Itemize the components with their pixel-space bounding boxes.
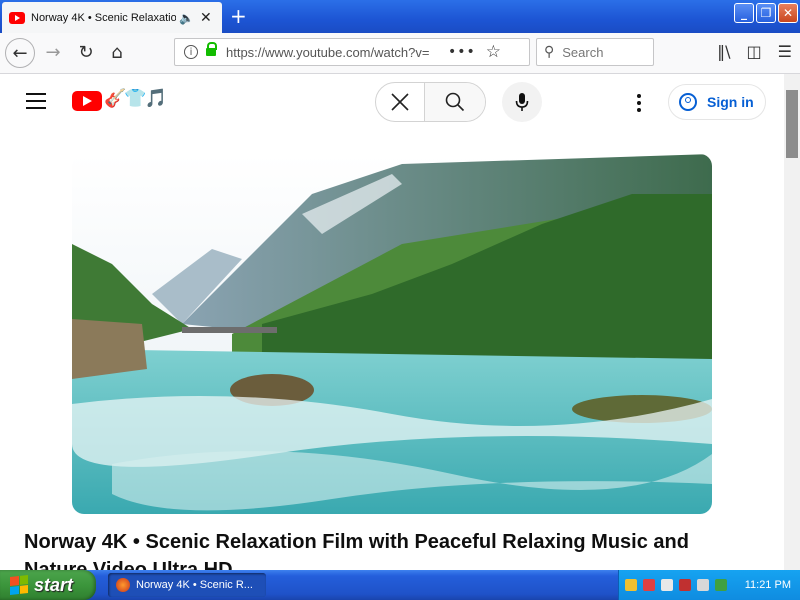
- kebab-icon[interactable]: [637, 94, 641, 112]
- speaker-icon[interactable]: 🔈: [179, 11, 194, 25]
- tray-icon-5[interactable]: [697, 579, 709, 591]
- back-icon[interactable]: ←: [5, 38, 35, 68]
- search-button[interactable]: [424, 83, 485, 121]
- mic-icon[interactable]: [502, 82, 542, 122]
- tray-icon-3[interactable]: [661, 579, 673, 591]
- reload-icon[interactable]: ↻: [71, 37, 101, 67]
- search-placeholder: Search: [562, 44, 604, 60]
- tray-icon-6[interactable]: [715, 579, 727, 591]
- scrollbar[interactable]: [784, 74, 800, 570]
- lock-icon: [206, 42, 217, 56]
- minimize-button[interactable]: _: [734, 3, 754, 23]
- sign-in-button[interactable]: Sign in: [668, 84, 766, 120]
- hamburger-icon[interactable]: [26, 93, 46, 109]
- clock: 11:21 PM: [744, 579, 791, 591]
- windows-flag-icon: [10, 575, 28, 595]
- scrollbar-thumb[interactable]: [786, 90, 798, 158]
- toolbar-right: ‖\ ◫ ☰: [717, 42, 792, 61]
- restore-button[interactable]: ❐: [756, 3, 776, 23]
- youtube-favicon: [9, 11, 25, 24]
- tray-icon-1[interactable]: [625, 579, 637, 591]
- account-icon: [679, 93, 697, 111]
- task-label: Norway 4K • Scenic R...: [136, 579, 253, 591]
- url-bar[interactable]: i https://www.youtube.com/watch?v= ••• ☆: [174, 38, 530, 66]
- shield-icon[interactable]: [643, 579, 655, 591]
- youtube-logo[interactable]: [72, 91, 102, 111]
- search-icon: [445, 92, 465, 112]
- start-label: start: [34, 574, 74, 595]
- home-icon[interactable]: ⌂: [102, 37, 132, 67]
- youtube-search-bar: [375, 82, 486, 122]
- search-icon: ⚲: [544, 44, 555, 60]
- sign-in-label: Sign in: [707, 94, 754, 110]
- browser-tab[interactable]: Norway 4K • Scenic Relaxation 🔈 ✕: [2, 2, 222, 33]
- video-player[interactable]: [72, 154, 712, 514]
- clear-icon[interactable]: [376, 83, 424, 121]
- start-button[interactable]: start: [0, 570, 96, 600]
- window-controls: _ ❐ ✕: [734, 3, 798, 23]
- bookmark-star-icon[interactable]: ☆: [486, 42, 501, 62]
- firefox-icon: [116, 578, 130, 592]
- taskbar: start Norway 4K • Scenic R... 11:21 PM: [0, 570, 800, 600]
- browser-tabstrip: Norway 4K • Scenic Relaxation 🔈 ✕ + _ ❐ …: [0, 0, 800, 33]
- more-icon[interactable]: •••: [448, 44, 476, 60]
- library-icon[interactable]: ‖\: [717, 42, 730, 61]
- browser-search-input[interactable]: ⚲ Search: [536, 38, 654, 66]
- menu-icon[interactable]: ☰: [778, 42, 792, 61]
- close-icon[interactable]: ✕: [200, 10, 212, 26]
- url-text[interactable]: https://www.youtube.com/watch?v=: [226, 45, 436, 60]
- forward-icon[interactable]: →: [38, 37, 68, 67]
- sidebar-icon[interactable]: ◫: [747, 42, 762, 61]
- tab-title: Norway 4K • Scenic Relaxation: [31, 11, 176, 24]
- window-close-button[interactable]: ✕: [778, 3, 798, 23]
- browser-toolbar: ← → ↻ ⌂ i https://www.youtube.com/watch?…: [0, 33, 800, 74]
- tray-icon-4[interactable]: [679, 579, 691, 591]
- system-tray: 11:21 PM: [618, 570, 800, 600]
- doodle-icon[interactable]: 🎸👕🎵: [104, 88, 167, 109]
- plus-icon[interactable]: +: [230, 4, 247, 28]
- video-frame: [72, 154, 712, 514]
- info-icon[interactable]: i: [184, 45, 198, 59]
- taskbar-task[interactable]: Norway 4K • Scenic R...: [108, 573, 266, 597]
